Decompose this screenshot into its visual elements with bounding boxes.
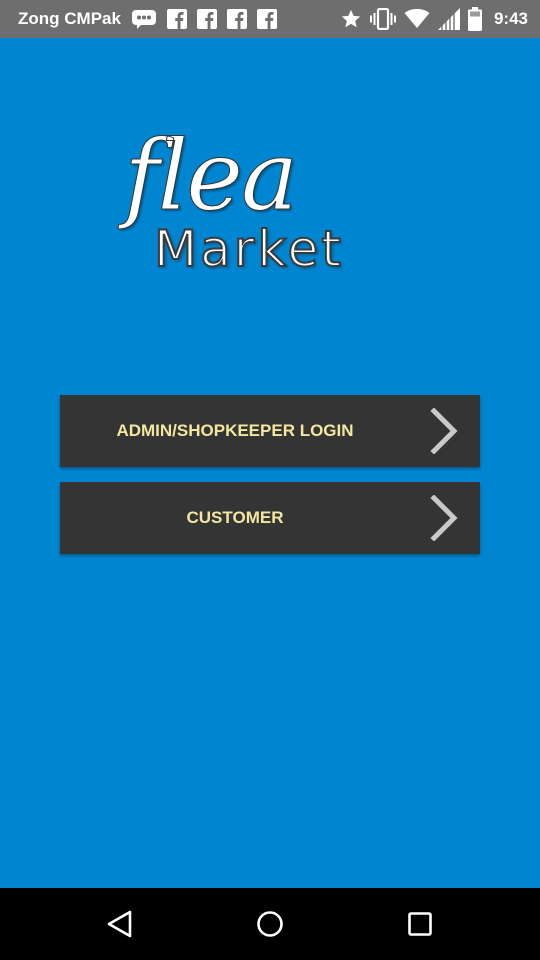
admin-shopkeeper-login-button[interactable]: ADMIN/SHOPKEEPER LOGIN — [60, 395, 480, 467]
home-icon[interactable] — [250, 904, 290, 944]
carrier-name: Zong CMPak — [18, 9, 121, 28]
facebook-icon — [226, 9, 247, 29]
signal-icon — [437, 8, 460, 30]
customer-button[interactable]: CUSTOMER — [60, 482, 480, 554]
navigation-bar — [0, 888, 540, 960]
star-icon — [340, 8, 362, 30]
chevron-right-icon — [430, 494, 458, 542]
customer-label: CUSTOMER — [186, 508, 284, 527]
flea-market-logo: flea Market — [110, 128, 440, 288]
clock-time: 9:43 — [493, 9, 528, 28]
vibrate-icon — [369, 8, 396, 30]
chevron-right-icon — [430, 407, 458, 455]
battery-icon — [467, 7, 482, 31]
app-screen: Zong CMPak 9:43 flea Market ADMIN/SHOPKE… — [0, 0, 540, 960]
facebook-icon — [196, 9, 217, 29]
facebook-icon — [166, 9, 187, 29]
status-right: 9:43 — [340, 7, 528, 31]
logo-word-text: Market — [153, 220, 344, 278]
admin-login-label: ADMIN/SHOPKEEPER LOGIN — [116, 421, 354, 440]
back-icon[interactable] — [100, 904, 140, 944]
messaging-icon — [131, 9, 157, 29]
logo-script-text: flea — [123, 120, 298, 232]
recents-icon[interactable] — [400, 904, 440, 944]
wifi-icon — [404, 9, 430, 29]
facebook-icon — [256, 9, 277, 29]
status-bar: Zong CMPak 9:43 — [0, 0, 540, 38]
status-left: Zong CMPak — [18, 9, 277, 29]
